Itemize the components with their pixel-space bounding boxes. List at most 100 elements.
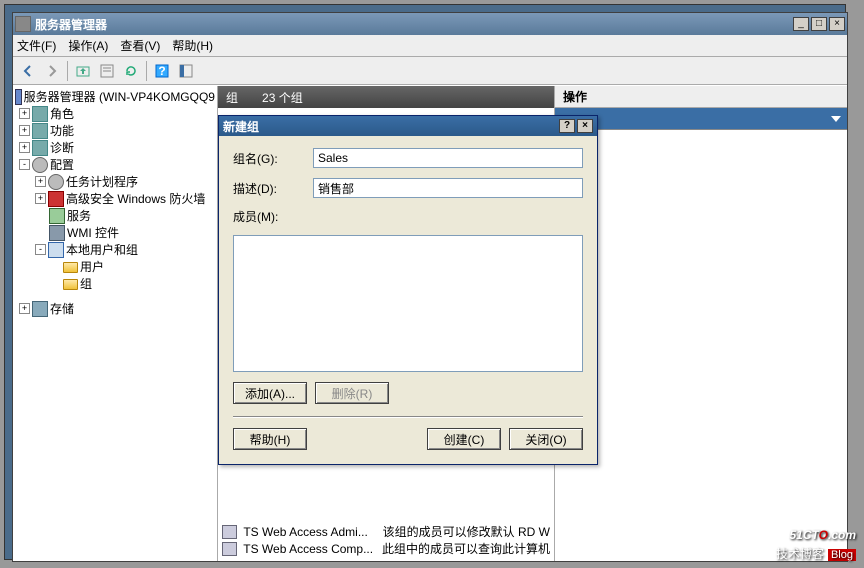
tree-firewall[interactable]: + 高级安全 Windows 防火墙: [15, 190, 215, 207]
tree-features[interactable]: + 功能: [15, 122, 215, 139]
desc-row: 描述(D):: [233, 178, 583, 198]
collapse-icon[interactable]: -: [35, 244, 46, 255]
tree-label: 用户: [80, 258, 104, 275]
tree-label: 配置: [50, 156, 74, 173]
back-button[interactable]: [17, 60, 39, 82]
task-icon: [48, 174, 64, 190]
config-icon: [32, 157, 48, 173]
close-button[interactable]: 关闭(O): [509, 428, 583, 450]
actions-body: 组: [555, 130, 847, 561]
tree-config[interactable]: - 配置: [15, 156, 215, 173]
tree-users[interactable]: 用户: [15, 258, 215, 275]
separator: [146, 61, 147, 81]
titlebar: 服务器管理器 _ □ ×: [13, 13, 847, 35]
menu-help[interactable]: 帮助(H): [172, 37, 213, 54]
dialog-help-button[interactable]: ?: [559, 119, 575, 133]
new-group-dialog: 新建组 ? × 组名(G): 描述(D): 成员(M): 添加(A)... 删除…: [218, 115, 598, 465]
expand-icon[interactable]: +: [19, 108, 30, 119]
minimize-button[interactable]: _: [793, 17, 809, 31]
firewall-icon: [48, 191, 64, 207]
mid-title: 组: [226, 89, 238, 106]
tree-services[interactable]: 服务: [15, 207, 215, 224]
expand-icon[interactable]: +: [35, 193, 46, 204]
item-name: TS Web Access Admi...: [243, 525, 376, 539]
remove-button[interactable]: 删除(R): [315, 382, 389, 404]
dialog-titlebar: 新建组 ? ×: [219, 116, 597, 136]
groupname-row: 组名(G):: [233, 148, 583, 168]
tree-label: 本地用户和组: [66, 241, 138, 258]
expand-icon[interactable]: +: [19, 125, 30, 136]
item-desc: 此组中的成员可以查询此计算机: [382, 540, 550, 557]
maximize-button[interactable]: □: [811, 17, 827, 31]
close-button[interactable]: ×: [829, 17, 845, 31]
expand-icon[interactable]: +: [19, 303, 30, 314]
view-button[interactable]: [175, 60, 197, 82]
tree-label: 存储: [50, 300, 74, 317]
wmi-icon: [49, 225, 65, 241]
up-button[interactable]: [72, 60, 94, 82]
help-button[interactable]: ?: [151, 60, 173, 82]
menu-view[interactable]: 查看(V): [120, 37, 160, 54]
mid-count: 23 个组: [262, 89, 303, 106]
tree-localusers[interactable]: - 本地用户和组: [15, 241, 215, 258]
members-listbox[interactable]: [233, 235, 583, 372]
tree-label: 高级安全 Windows 防火墙: [66, 190, 205, 207]
list-item[interactable]: TS Web Access Comp... 此组中的成员可以查询此计算机: [218, 540, 554, 557]
tree-root-label: 服务器管理器 (WIN-VP4KOMGQQ9: [24, 88, 215, 105]
group-icon: [222, 542, 237, 556]
expand-icon[interactable]: +: [19, 142, 30, 153]
member-buttons: 添加(A)... 删除(R): [233, 382, 583, 404]
tree-diag[interactable]: + 诊断: [15, 139, 215, 156]
groupname-label: 组名(G):: [233, 150, 305, 167]
tree-wmi[interactable]: WMI 控件: [15, 224, 215, 241]
collapse-icon[interactable]: -: [19, 159, 30, 170]
tree-label: 功能: [50, 122, 74, 139]
refresh-button[interactable]: [120, 60, 142, 82]
actions-strip[interactable]: [555, 108, 847, 130]
roles-icon: [32, 106, 48, 122]
dialog-close-button[interactable]: ×: [577, 119, 593, 133]
toolbar: ?: [13, 57, 847, 85]
groupname-input[interactable]: [313, 148, 583, 168]
actions-panel: 操作 组: [555, 86, 847, 561]
tree-groups[interactable]: 组: [15, 275, 215, 292]
members-label: 成员(M):: [233, 208, 583, 225]
app-icon: [15, 16, 31, 32]
menu-file[interactable]: 文件(F): [17, 37, 56, 54]
create-button[interactable]: 创建(C): [427, 428, 501, 450]
help-button[interactable]: 帮助(H): [233, 428, 307, 450]
list-item[interactable]: TS Web Access Admi... 该组的成员可以修改默认 RD W: [218, 523, 554, 540]
forward-button[interactable]: [41, 60, 63, 82]
desc-input[interactable]: [313, 178, 583, 198]
props-button[interactable]: [96, 60, 118, 82]
tree-label: 诊断: [50, 139, 74, 156]
chevron-down-icon: [831, 116, 841, 122]
services-icon: [49, 208, 65, 224]
folder-icon: [63, 262, 78, 273]
separator: [67, 61, 68, 81]
tree-label: 角色: [50, 105, 74, 122]
diag-icon: [32, 140, 48, 156]
group-icon: [222, 525, 237, 539]
actions-header: 操作: [555, 86, 847, 108]
dialog-footer: 帮助(H) 创建(C) 关闭(O): [219, 418, 597, 464]
tree-label: WMI 控件: [67, 224, 119, 241]
tree-label: 组: [80, 275, 92, 292]
spacer: [15, 292, 215, 300]
server-icon: [15, 89, 22, 105]
dialog-title: 新建组: [223, 118, 557, 135]
tree-task[interactable]: +任务计划程序: [15, 173, 215, 190]
dialog-body: 组名(G): 描述(D): 成员(M): 添加(A)... 删除(R): [219, 136, 597, 416]
menu-action[interactable]: 操作(A): [68, 37, 108, 54]
tree-label: 服务: [67, 207, 91, 224]
folder-icon: [63, 279, 78, 290]
tree-roles[interactable]: + 角色: [15, 105, 215, 122]
item-desc: 该组的成员可以修改默认 RD W: [383, 523, 550, 540]
menubar: 文件(F) 操作(A) 查看(V) 帮助(H): [13, 35, 847, 57]
expand-icon[interactable]: +: [35, 176, 46, 187]
add-button[interactable]: 添加(A)...: [233, 382, 307, 404]
tree-root[interactable]: 服务器管理器 (WIN-VP4KOMGQQ9: [15, 88, 215, 105]
svg-text:?: ?: [158, 64, 165, 78]
tree-storage[interactable]: + 存储: [15, 300, 215, 317]
desc-label: 描述(D):: [233, 180, 305, 197]
